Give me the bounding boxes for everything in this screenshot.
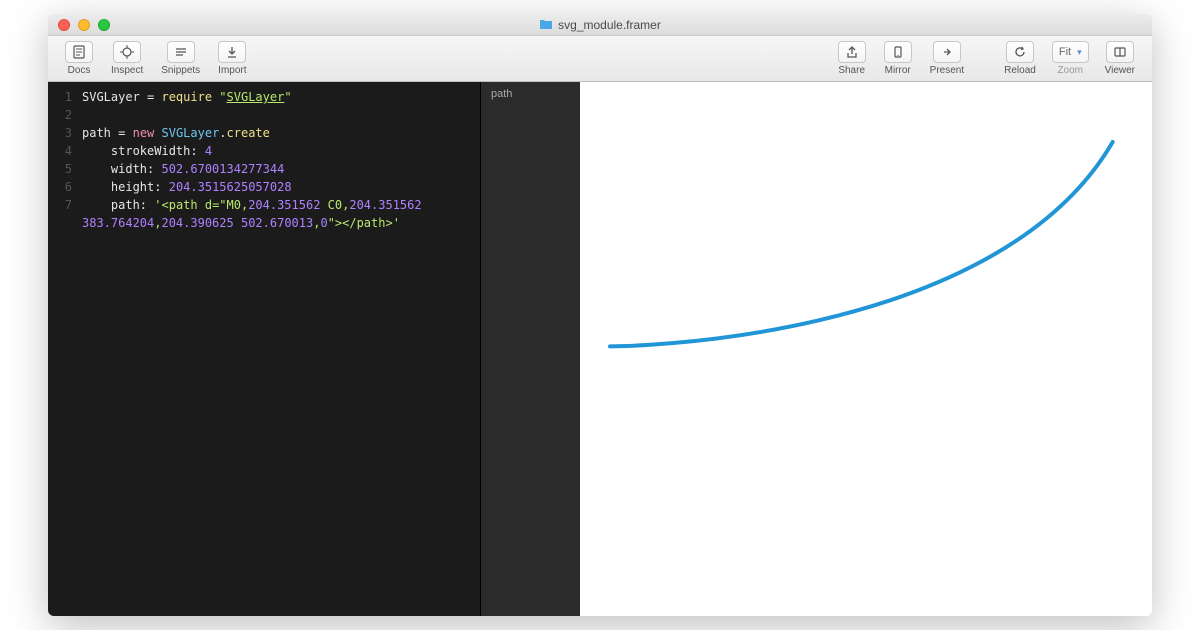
- play-icon: [933, 41, 961, 63]
- reload-icon: [1006, 41, 1034, 63]
- traffic-lights: [48, 19, 110, 31]
- zoom-select[interactable]: Fit ▾: [1052, 41, 1089, 63]
- code-line-4: strokeWidth: 4: [82, 142, 480, 160]
- share-label: Share: [838, 65, 865, 76]
- code-line-1: SVGLayer = require "SVGLayer": [82, 88, 480, 106]
- viewer-label: Viewer: [1105, 65, 1135, 76]
- maximize-icon[interactable]: [98, 19, 110, 31]
- preview-canvas[interactable]: [580, 82, 1152, 616]
- mirror-icon: [884, 41, 912, 63]
- code-line-5: width: 502.6700134277344: [82, 160, 480, 178]
- inspect-label: Inspect: [111, 65, 143, 76]
- gutter-1: 1: [48, 88, 82, 106]
- gutter-blank: [48, 214, 82, 232]
- docs-icon: [65, 41, 93, 63]
- reload-label: Reload: [1004, 65, 1036, 76]
- snippets-button[interactable]: Snippets: [154, 41, 207, 76]
- code-line-6: height: 204.3515625057028: [82, 178, 480, 196]
- share-button[interactable]: Share: [831, 41, 873, 76]
- docs-button[interactable]: Docs: [58, 41, 100, 76]
- zoom-label: Zoom: [1057, 65, 1083, 76]
- chevron-down-icon: ▾: [1077, 47, 1082, 58]
- present-label: Present: [930, 65, 964, 76]
- titlebar: svg_module.framer: [48, 14, 1152, 36]
- gutter-7: 7: [48, 196, 82, 214]
- close-icon[interactable]: [58, 19, 70, 31]
- gutter-6: 6: [48, 178, 82, 196]
- inspect-button[interactable]: Inspect: [104, 41, 150, 76]
- target-icon: [113, 41, 141, 63]
- gutter-2: 2: [48, 106, 82, 124]
- code-editor[interactable]: 1 SVGLayer = require "SVGLayer" 2 3 path…: [48, 82, 480, 616]
- gutter-4: 4: [48, 142, 82, 160]
- code-line-3: path = new SVGLayer.create: [82, 124, 480, 142]
- zoom-value: Fit: [1059, 46, 1071, 58]
- viewer-button[interactable]: Viewer: [1098, 41, 1142, 76]
- gutter-3: 3: [48, 124, 82, 142]
- toolbar-left: Docs Inspect Snippets Import: [58, 41, 254, 76]
- gutter-5: 5: [48, 160, 82, 178]
- zoom-group: Fit ▾ Zoom: [1047, 41, 1094, 76]
- snippets-label: Snippets: [161, 65, 200, 76]
- reload-button[interactable]: Reload: [997, 41, 1043, 76]
- code-line-7b: 383.764204,204.390625 502.670013,0"></pa…: [82, 214, 480, 232]
- svg-curve: [580, 82, 1152, 382]
- curve-path: [610, 142, 1113, 346]
- main-area: 1 SVGLayer = require "SVGLayer" 2 3 path…: [48, 82, 1152, 616]
- app-window: svg_module.framer Docs Inspect Snippets …: [48, 14, 1152, 616]
- viewer-icon: [1106, 41, 1134, 63]
- mirror-label: Mirror: [885, 65, 911, 76]
- import-label: Import: [218, 65, 246, 76]
- toolbar-right: Share Mirror Present Reload Fit ▾ Zoo: [831, 41, 1142, 76]
- toolbar: Docs Inspect Snippets Import Share: [48, 36, 1152, 82]
- present-button[interactable]: Present: [923, 41, 971, 76]
- share-icon: [838, 41, 866, 63]
- download-icon: [218, 41, 246, 63]
- layers-panel: path: [480, 82, 580, 616]
- minimize-icon[interactable]: [78, 19, 90, 31]
- layer-item-path[interactable]: path: [491, 88, 570, 100]
- window-title-text: svg_module.framer: [558, 18, 661, 32]
- lines-icon: [167, 41, 195, 63]
- folder-icon: [539, 19, 553, 30]
- code-line-2: [82, 106, 480, 124]
- mirror-button[interactable]: Mirror: [877, 41, 919, 76]
- import-button[interactable]: Import: [211, 41, 253, 76]
- window-title: svg_module.framer: [48, 18, 1152, 32]
- docs-label: Docs: [68, 65, 91, 76]
- code-line-7a: path: '<path d="M0,204.351562 C0,204.351…: [82, 196, 480, 214]
